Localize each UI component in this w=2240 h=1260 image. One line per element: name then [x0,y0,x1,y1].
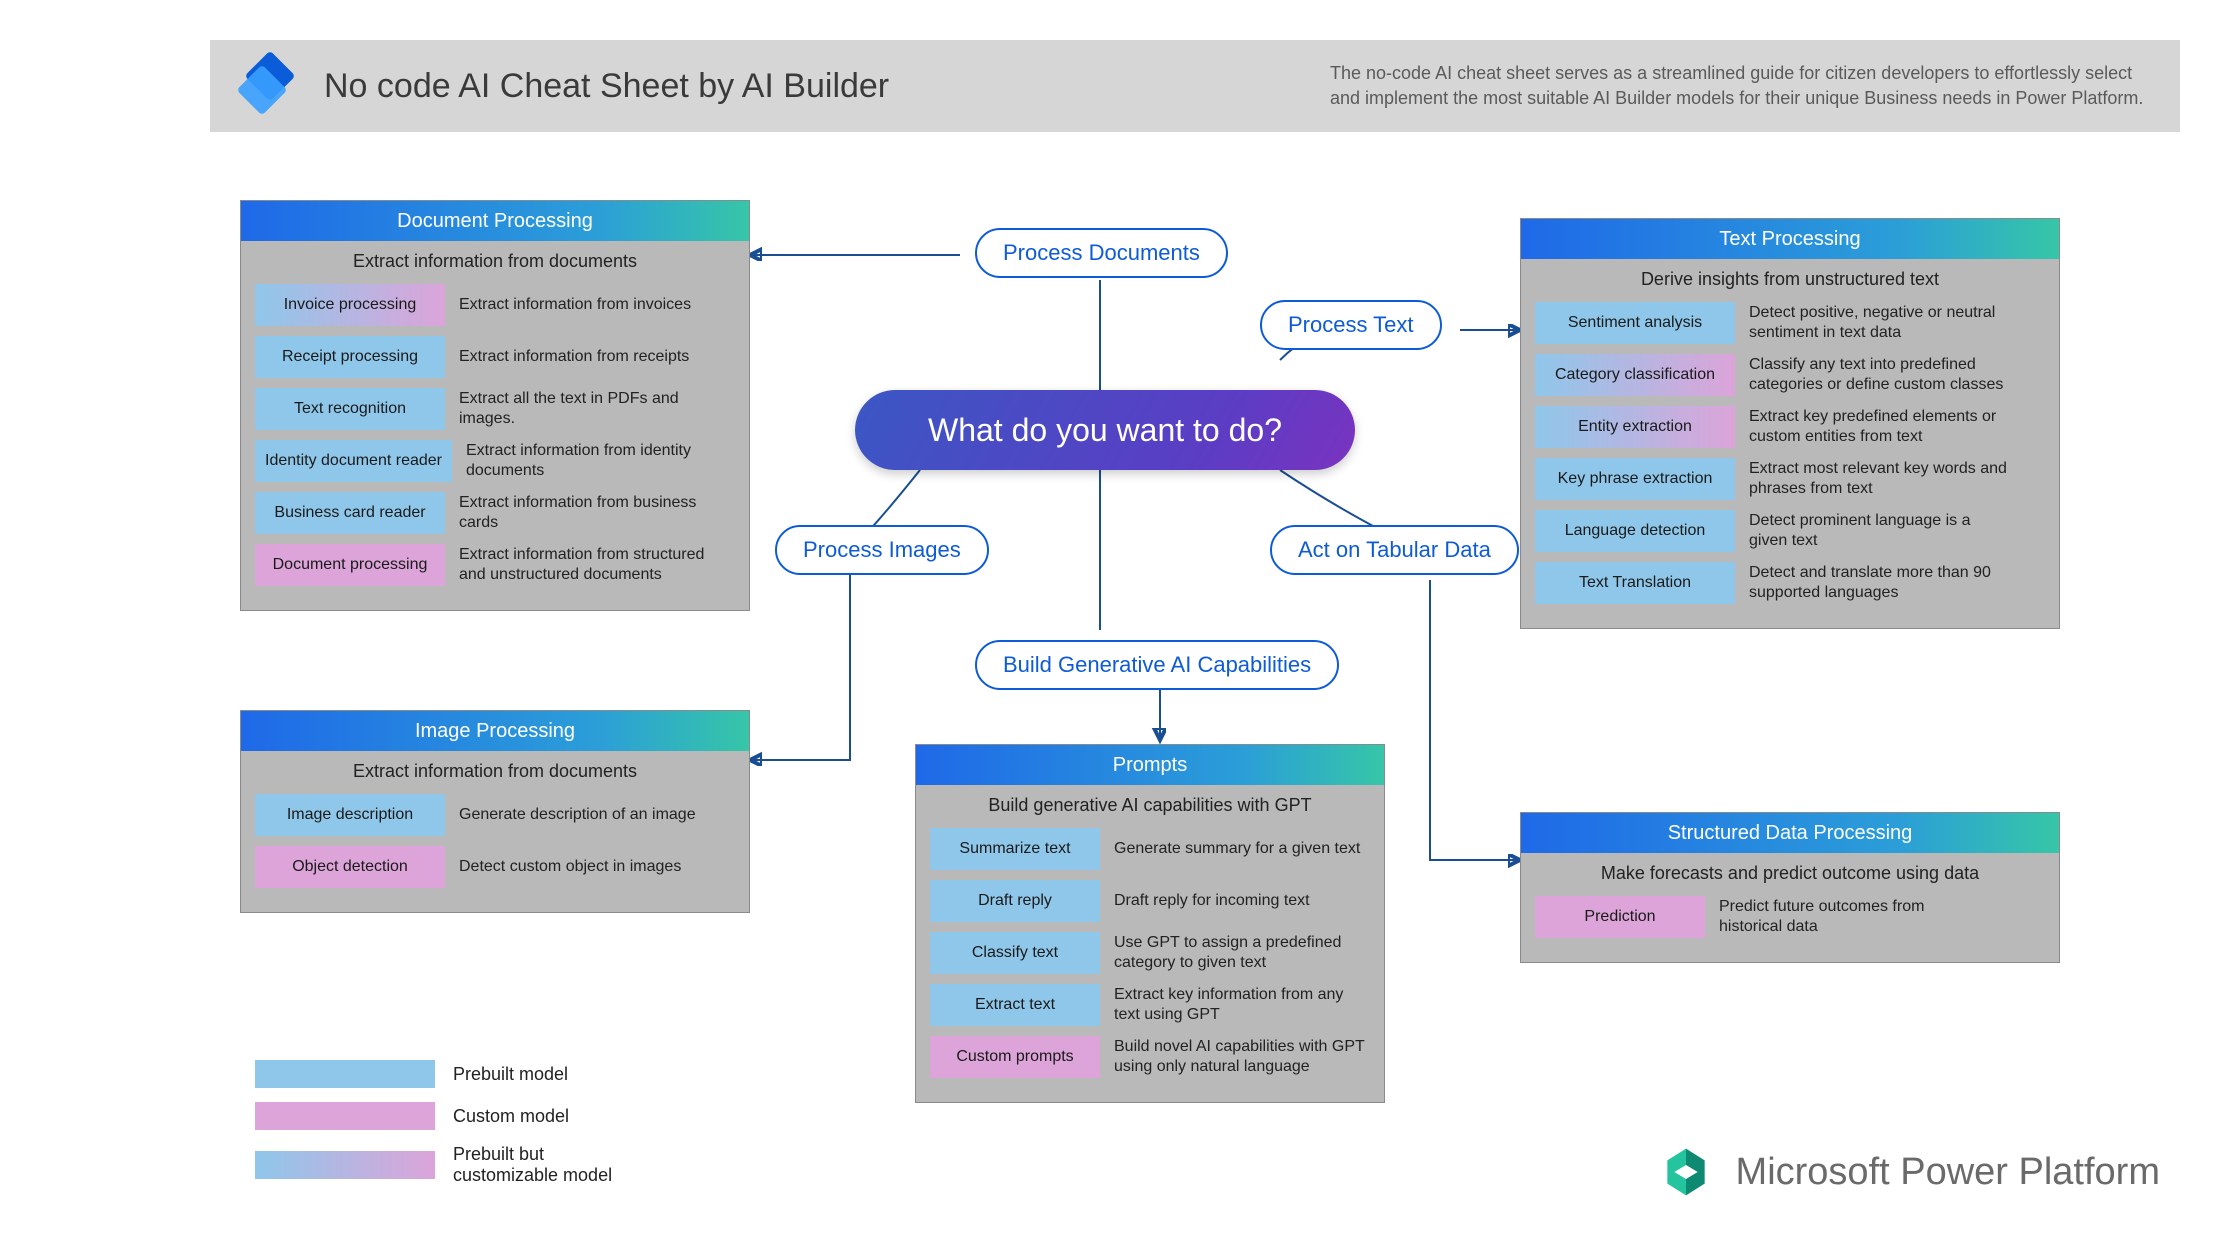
capability-chip[interactable]: Key phrase extraction [1535,458,1735,500]
capability-chip[interactable]: Classify text [930,932,1100,974]
legend-label: Prebuilt model [453,1064,568,1085]
capability-row: Object detection Detect custom object in … [255,846,735,888]
ai-builder-icon [240,56,300,116]
capability-chip[interactable]: Sentiment analysis [1535,302,1735,344]
capability-chip[interactable]: Custom prompts [930,1036,1100,1078]
card-subtitle: Build generative AI capabilities with GP… [916,785,1384,828]
legend-label: Custom model [453,1106,569,1127]
legend-item-mix: Prebuilt but customizable model [255,1144,633,1186]
capability-row: Image description Generate description of… [255,794,735,836]
card-image-processing: Image Processing Extract information fro… [240,710,750,913]
capability-desc: Extract information from invoices [459,295,691,315]
capability-row: Entity extraction Extract key predefined … [1535,406,2045,448]
central-question-hub: What do you want to do? [855,390,1355,470]
legend-item-custom: Custom model [255,1102,633,1130]
capability-desc: Extract most relevant key words and phra… [1749,459,2009,499]
legend-swatch-custom [255,1102,435,1130]
card-title: Document Processing [241,201,749,241]
capability-desc: Extract information from receipts [459,347,689,367]
capability-chip[interactable]: Object detection [255,846,445,888]
capability-desc: Draft reply for incoming text [1114,891,1310,911]
capability-chip[interactable]: Entity extraction [1535,406,1735,448]
card-subtitle: Extract information from documents [241,751,749,794]
card-prompts: Prompts Build generative AI capabilities… [915,744,1385,1103]
capability-row: Key phrase extraction Extract most releva… [1535,458,2045,500]
pill-build-genai[interactable]: Build Generative AI Capabilities [975,640,1339,690]
capability-desc: Generate description of an image [459,805,696,825]
capability-row: Draft reply Draft reply for incoming text [930,880,1370,922]
card-subtitle: Make forecasts and predict outcome using… [1521,853,2059,896]
card-title: Text Processing [1521,219,2059,259]
capability-row: Text Translation Detect and translate mor… [1535,562,2045,604]
pill-act-on-tabular[interactable]: Act on Tabular Data [1270,525,1519,575]
power-platform-icon [1658,1144,1714,1200]
capability-chip[interactable]: Receipt processing [255,336,445,378]
capability-chip[interactable]: Image description [255,794,445,836]
capability-chip[interactable]: Summarize text [930,828,1100,870]
capability-chip[interactable]: Identity document reader [255,440,452,482]
capability-row: Summarize text Generate summary for a giv… [930,828,1370,870]
capability-desc: Use GPT to assign a predefined category … [1114,933,1370,973]
capability-desc: Extract information from identity docume… [466,441,726,481]
capability-row: Identity document reader Extract informat… [255,440,735,482]
page-title: No code AI Cheat Sheet by AI Builder [324,67,889,106]
pill-process-text[interactable]: Process Text [1260,300,1442,350]
card-document-processing: Document Processing Extract information … [240,200,750,611]
capability-row: Text recognition Extract all the text in … [255,388,735,430]
capability-chip[interactable]: Extract text [930,984,1100,1026]
card-title: Image Processing [241,711,749,751]
capability-chip[interactable]: Prediction [1535,896,1705,938]
page-header: No code AI Cheat Sheet by AI Builder The… [210,40,2180,132]
card-title: Structured Data Processing [1521,813,2059,853]
legend-item-prebuilt: Prebuilt model [255,1060,633,1088]
card-structured-data: Structured Data Processing Make forecast… [1520,812,2060,963]
capability-desc: Extract key information from any text us… [1114,985,1370,1025]
capability-row: Invoice processing Extract information fr… [255,284,735,326]
capability-chip[interactable]: Category classification [1535,354,1735,396]
card-text-processing: Text Processing Derive insights from uns… [1520,218,2060,629]
pill-process-images[interactable]: Process Images [775,525,989,575]
capability-chip[interactable]: Text Translation [1535,562,1735,604]
capability-chip[interactable]: Text recognition [255,388,445,430]
capability-desc: Extract information from business cards [459,493,719,533]
capability-desc: Generate summary for a given text [1114,839,1360,859]
capability-row: Language detection Detect prominent langu… [1535,510,2045,552]
capability-row: Category classification Classify any text… [1535,354,2045,396]
brand-label: Microsoft Power Platform [1736,1151,2160,1194]
legend-swatch-prebuilt [255,1060,435,1088]
legend-swatch-mix [255,1151,435,1179]
capability-row: Document processing Extract information f… [255,544,735,586]
capability-desc: Extract information from structured and … [459,545,719,585]
capability-chip[interactable]: Invoice processing [255,284,445,326]
capability-row: Sentiment analysis Detect positive, negat… [1535,302,2045,344]
capability-row: Business card reader Extract information … [255,492,735,534]
legend: Prebuilt model Custom model Prebuilt but… [255,1060,633,1200]
card-subtitle: Extract information from documents [241,241,749,284]
capability-chip[interactable]: Business card reader [255,492,445,534]
card-title: Prompts [916,745,1384,785]
page-subtitle: The no-code AI cheat sheet serves as a s… [1330,61,2150,111]
capability-desc: Extract key predefined elements or custo… [1749,407,2009,447]
capability-desc: Detect prominent language is a given tex… [1749,511,2009,551]
card-subtitle: Derive insights from unstructured text [1521,259,2059,302]
capability-desc: Predict future outcomes from historical … [1719,897,1979,937]
capability-chip[interactable]: Draft reply [930,880,1100,922]
pill-process-documents[interactable]: Process Documents [975,228,1228,278]
brand-footer: Microsoft Power Platform [1658,1144,2160,1200]
capability-row: Extract text Extract key information from… [930,984,1370,1026]
capability-row: Classify text Use GPT to assign a predefi… [930,932,1370,974]
capability-desc: Build novel AI capabilities with GPT usi… [1114,1037,1370,1077]
capability-row: Receipt processing Extract information fr… [255,336,735,378]
capability-chip[interactable]: Language detection [1535,510,1735,552]
legend-label: Prebuilt but customizable model [453,1144,633,1186]
capability-chip[interactable]: Document processing [255,544,445,586]
capability-row: Prediction Predict future outcomes from h… [1535,896,2045,938]
capability-desc: Detect custom object in images [459,857,681,877]
capability-desc: Detect positive, negative or neutral sen… [1749,303,2009,343]
capability-desc: Classify any text into predefined catego… [1749,355,2009,395]
capability-row: Custom prompts Build novel AI capabilitie… [930,1036,1370,1078]
capability-desc: Extract all the text in PDFs and images. [459,389,719,429]
capability-desc: Detect and translate more than 90 suppor… [1749,563,2009,603]
